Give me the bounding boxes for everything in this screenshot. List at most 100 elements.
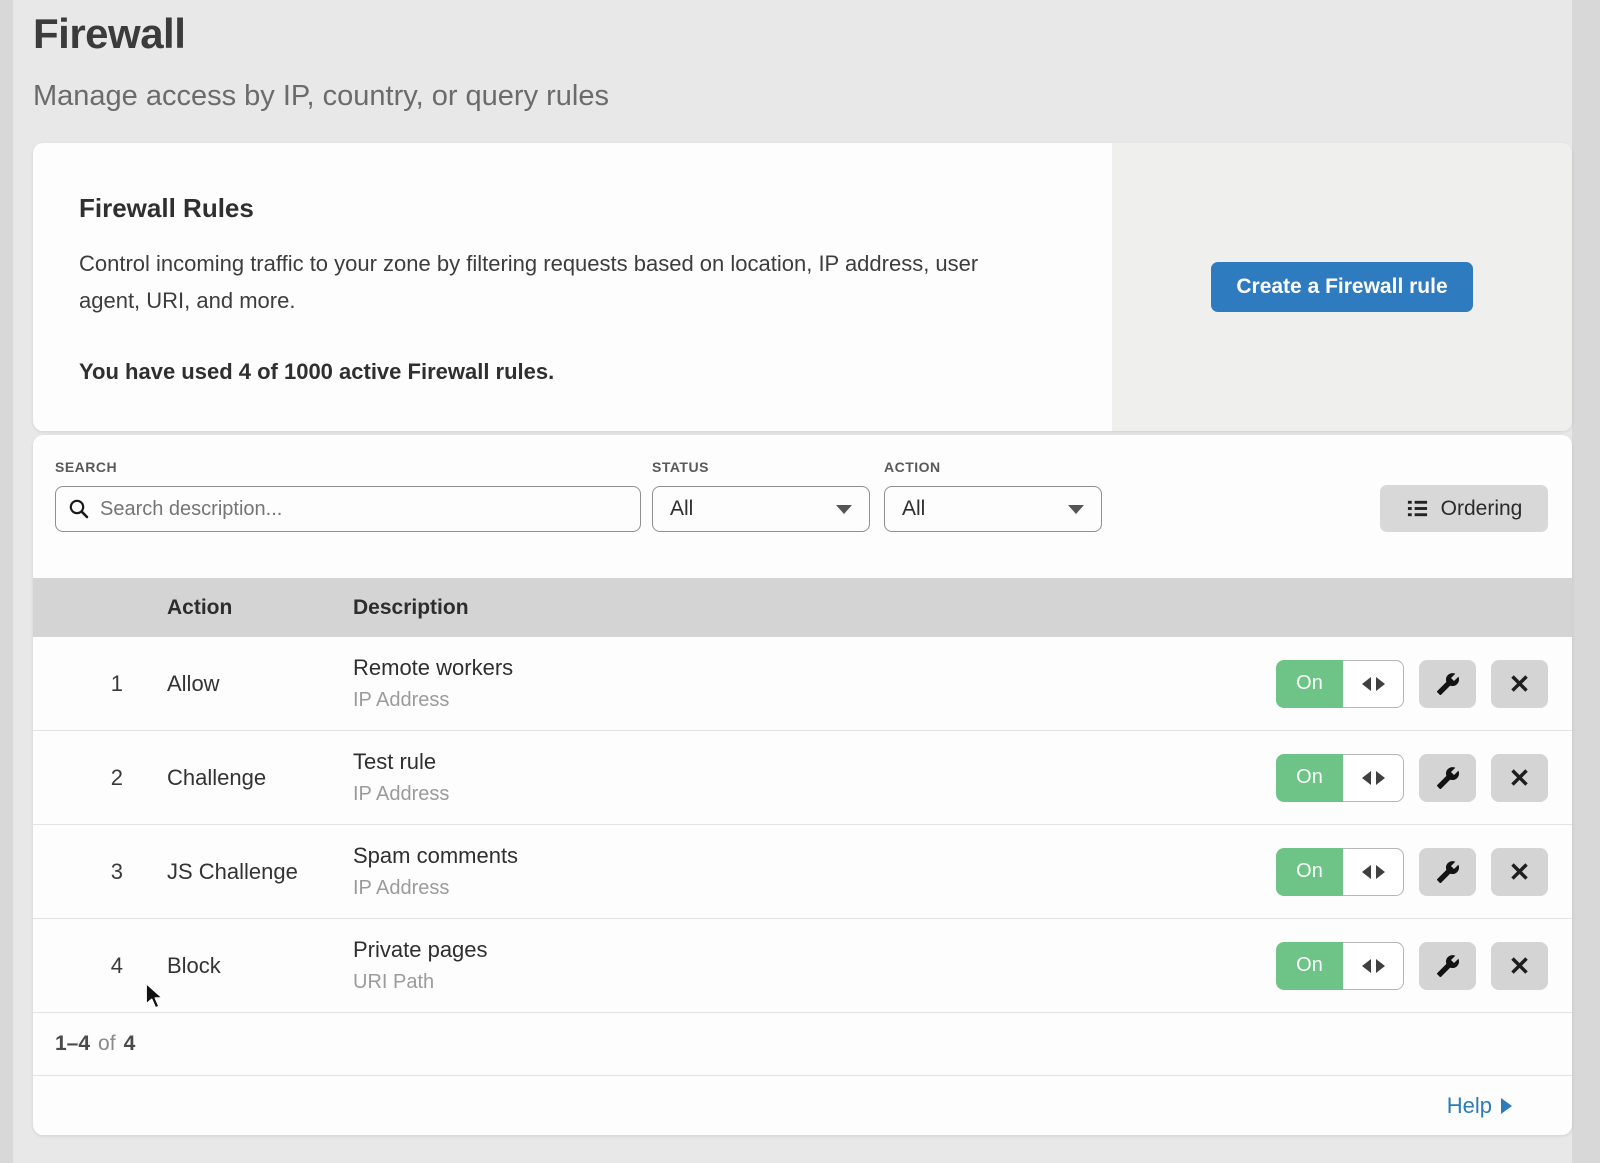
mouse-cursor [143,982,167,1010]
rule-controls: On ✕ [1276,848,1572,896]
rule-match-type: URI Path [353,971,1276,994]
rule-priority: 4 [33,953,167,979]
firewall-rules-list-card: SEARCH STATUS All ACTION All [33,435,1572,1135]
pagination-total: 4 [124,1032,136,1056]
edit-rule-button[interactable] [1419,660,1476,708]
rule-action: Challenge [167,765,353,791]
pagination-separator: of [98,1032,116,1056]
table-row: 4 Block Private pages URI Path On ✕ [33,919,1572,1013]
edit-rule-button[interactable] [1419,754,1476,802]
rule-controls: On ✕ [1276,660,1572,708]
firewall-rules-card-text: Firewall Rules Control incoming traffic … [33,143,1112,431]
firewall-rules-heading: Firewall Rules [79,193,1052,224]
rule-description: Test rule [353,749,1276,775]
triangle-left-icon [1362,959,1371,973]
rule-match-type: IP Address [353,877,1276,900]
rule-match-type: IP Address [353,689,1276,712]
delete-rule-button[interactable]: ✕ [1491,660,1548,708]
action-select-value: All [902,497,925,521]
wrench-icon [1436,860,1460,884]
wrench-icon [1436,672,1460,696]
firewall-rules-description: Control incoming traffic to your zone by… [79,245,1039,319]
create-firewall-rule-button[interactable]: Create a Firewall rule [1211,262,1472,312]
table-row: 2 Challenge Test rule IP Address On ✕ [33,731,1572,825]
chevron-down-icon [1068,505,1084,514]
firewall-rules-card-side-panel: Create a Firewall rule [1112,143,1572,431]
card-footer: Help [33,1076,1572,1135]
rule-priority: 1 [33,671,167,697]
search-filter-group: SEARCH [55,459,641,532]
status-select-value: All [670,497,693,521]
firewall-rules-usage-note: You have used 4 of 1000 active Firewall … [79,359,1052,385]
rule-controls: On ✕ [1276,942,1572,990]
toggle-on-label: On [1276,660,1343,708]
rule-enabled-toggle[interactable]: On [1276,660,1404,708]
ordering-button-label: Ordering [1441,497,1523,521]
toggle-on-label: On [1276,754,1343,802]
triangle-right-icon [1376,865,1385,879]
search-input[interactable] [55,486,641,532]
rule-description: Remote workers [353,655,1276,681]
rule-description-cell: Private pages URI Path [353,937,1276,994]
status-label: STATUS [652,459,870,475]
rule-priority: 3 [33,859,167,885]
table-header-row: Action Description [33,578,1572,637]
rule-action: JS Challenge [167,859,353,885]
rule-priority: 2 [33,765,167,791]
rule-enabled-toggle[interactable]: On [1276,848,1404,896]
toggle-handle[interactable] [1343,660,1404,708]
window-edge-left [0,0,13,1163]
rule-controls: On ✕ [1276,754,1572,802]
close-icon: ✕ [1509,953,1531,979]
toggle-handle[interactable] [1343,754,1404,802]
triangle-right-icon [1376,771,1385,785]
triangle-right-icon [1376,959,1385,973]
window-edge-right [1572,0,1600,1163]
table-row: 1 Allow Remote workers IP Address On ✕ [33,637,1572,731]
table-header-action: Action [167,596,353,620]
rule-match-type: IP Address [353,783,1276,806]
rule-description-cell: Spam comments IP Address [353,843,1276,900]
page-header: Firewall Manage access by IP, country, o… [33,10,609,113]
search-label: SEARCH [55,459,641,475]
help-link-label: Help [1447,1093,1492,1119]
delete-rule-button[interactable]: ✕ [1491,942,1548,990]
toggle-handle[interactable] [1343,848,1404,896]
toggle-on-label: On [1276,848,1343,896]
delete-rule-button[interactable]: ✕ [1491,848,1548,896]
close-icon: ✕ [1509,671,1531,697]
rule-description-cell: Test rule IP Address [353,749,1276,806]
firewall-rules-card: Firewall Rules Control incoming traffic … [33,143,1572,431]
status-select[interactable]: All [652,486,870,532]
edit-rule-button[interactable] [1419,942,1476,990]
ordering-button[interactable]: Ordering [1380,485,1548,532]
rule-description-cell: Remote workers IP Address [353,655,1276,712]
action-select[interactable]: All [884,486,1102,532]
ordered-list-icon [1406,497,1429,520]
rule-description: Private pages [353,937,1276,963]
page-title: Firewall [33,10,609,58]
delete-rule-button[interactable]: ✕ [1491,754,1548,802]
triangle-left-icon [1362,771,1371,785]
table-row: 3 JS Challenge Spam comments IP Address … [33,825,1572,919]
search-icon [68,498,90,520]
table-header-description: Description [353,596,1572,620]
rule-enabled-toggle[interactable]: On [1276,942,1404,990]
wrench-icon [1436,766,1460,790]
search-input-wrap [55,486,641,532]
triangle-right-icon [1501,1098,1512,1114]
close-icon: ✕ [1509,859,1531,885]
toggle-on-label: On [1276,942,1343,990]
pagination-range: 1–4 [55,1032,90,1056]
rule-action: Allow [167,671,353,697]
triangle-left-icon [1362,677,1371,691]
rule-action: Block [167,953,353,979]
edit-rule-button[interactable] [1419,848,1476,896]
chevron-down-icon [836,505,852,514]
rule-description: Spam comments [353,843,1276,869]
help-link[interactable]: Help [1447,1093,1512,1119]
rule-enabled-toggle[interactable]: On [1276,754,1404,802]
toggle-handle[interactable] [1343,942,1404,990]
action-label: ACTION [884,459,1102,475]
triangle-left-icon [1362,865,1371,879]
